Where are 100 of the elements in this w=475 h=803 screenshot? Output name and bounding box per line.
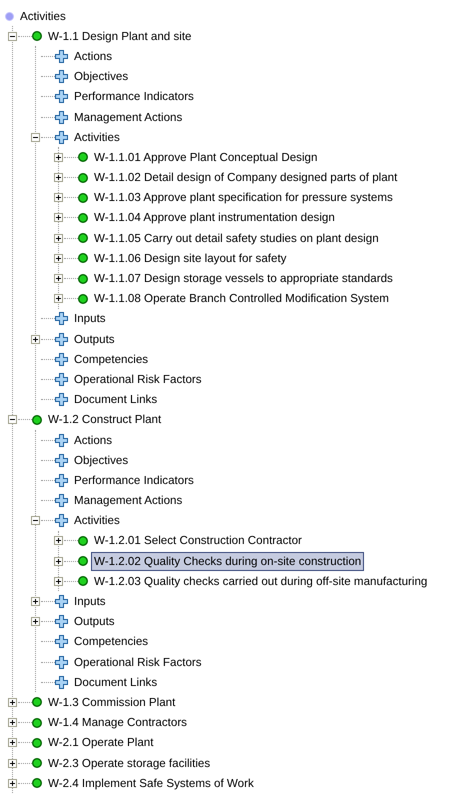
cross-icon <box>55 50 68 63</box>
tree-item[interactable]: W-2.4 Implement Safe Systems of Work <box>45 774 257 793</box>
expand-toggle[interactable] <box>54 274 63 284</box>
tree-item[interactable]: W-1.2.01 Select Construction Contractor <box>91 531 305 550</box>
tree-item[interactable]: Objectives <box>71 450 132 470</box>
cross-icon <box>55 494 68 508</box>
circle-icon <box>78 576 88 586</box>
tree-item[interactable]: W-1.2 Construct Plant <box>45 410 164 430</box>
circle-icon <box>32 414 42 425</box>
tree-item[interactable]: W-1.1.04 Approve plant instrumentation design <box>91 208 338 228</box>
tree-item[interactable]: Competencies <box>71 350 152 369</box>
circle-icon <box>5 12 14 21</box>
tree-item[interactable]: Outputs <box>71 612 118 632</box>
expand-toggle[interactable] <box>31 597 40 606</box>
tree-item[interactable]: Inputs <box>71 592 109 612</box>
collapse-toggle[interactable] <box>31 516 40 526</box>
tree-item[interactable]: W-1.1 Design Plant and site <box>45 26 194 46</box>
tree-item[interactable]: W-1.3 Commission Plant <box>45 692 178 712</box>
expand-toggle[interactable] <box>31 334 40 344</box>
tree-item[interactable]: Performance Indicators <box>71 87 197 106</box>
cross-icon <box>55 474 68 487</box>
cross-icon <box>55 514 68 528</box>
expand-toggle[interactable] <box>54 234 63 243</box>
tree-item[interactable]: W-2.3 Operate storage facilities <box>45 754 214 773</box>
cross-icon <box>55 676 68 689</box>
cross-icon <box>55 332 68 346</box>
circle-icon <box>32 778 42 788</box>
cross-icon <box>55 635 68 648</box>
cross-icon <box>55 393 68 406</box>
tree-item[interactable]: Document Links <box>71 390 160 410</box>
circle-icon <box>78 253 88 264</box>
circle-icon <box>78 152 88 162</box>
circle-icon <box>32 31 42 42</box>
circle-icon <box>32 718 42 728</box>
cross-icon <box>55 372 68 386</box>
expand-toggle[interactable] <box>54 193 63 202</box>
cross-icon <box>55 352 68 366</box>
tree-item[interactable]: Management Actions <box>71 491 186 510</box>
cross-icon <box>55 312 68 326</box>
expand-toggle[interactable] <box>8 758 17 768</box>
cross-icon <box>55 595 68 608</box>
circle-icon <box>78 233 88 244</box>
tree-item[interactable]: W-1.1.01 Approve Plant Conceptual Design <box>91 148 320 167</box>
expand-toggle[interactable] <box>8 698 17 707</box>
tree-item[interactable]: W-1.1.02 Detail design of Company designed parts of plant <box>91 168 400 188</box>
circle-icon <box>78 536 88 546</box>
circle-icon <box>32 758 42 768</box>
tree-item[interactable]: Inputs <box>71 309 109 328</box>
cross-icon <box>55 454 68 467</box>
tree-item[interactable]: Activities <box>71 128 123 147</box>
tree-item[interactable]: Actions <box>71 430 116 450</box>
tree-item[interactable]: Outputs <box>71 330 118 349</box>
expand-toggle[interactable] <box>8 738 17 748</box>
circle-icon <box>32 697 42 708</box>
tree-item[interactable]: W-1.1.06 Design site layout for safety <box>91 248 290 268</box>
tree-item[interactable]: W-1.1.08 Operate Branch Controlled Modification System <box>91 289 392 308</box>
tree-item[interactable]: Performance Indicators <box>71 470 197 490</box>
circle-icon <box>32 738 42 748</box>
circle-icon <box>78 212 88 223</box>
circle-icon <box>78 294 88 304</box>
expand-toggle[interactable] <box>54 576 63 586</box>
tree-item[interactable]: Objectives <box>71 67 132 86</box>
tree-item[interactable]: Competencies <box>71 632 152 652</box>
circle-icon <box>78 556 88 566</box>
tree-item[interactable]: W-2.1 Operate Plant <box>45 733 156 752</box>
expand-toggle[interactable] <box>54 556 63 566</box>
tree-item[interactable]: W-1.2.03 Quality checks carried out during off-site manufacturing <box>91 572 430 591</box>
tree-item[interactable]: W-1.1.03 Approve plant specification for pressure systems <box>91 188 396 208</box>
expand-toggle[interactable] <box>54 254 63 263</box>
circle-icon <box>78 192 88 203</box>
cross-icon <box>55 70 68 84</box>
tree-item[interactable]: Activities <box>71 511 123 530</box>
expand-toggle[interactable] <box>54 173 63 182</box>
collapse-toggle[interactable] <box>8 32 17 41</box>
expand-toggle[interactable] <box>54 213 63 222</box>
circle-icon <box>78 274 88 284</box>
cross-icon <box>55 110 68 124</box>
cross-icon <box>55 130 68 144</box>
expand-toggle[interactable] <box>31 617 40 626</box>
tree-item[interactable]: W-1.2.02 Quality Checks during on-site construction <box>91 552 364 571</box>
tree-item[interactable]: W-1.1.05 Carry out detail safety studies on plant design <box>91 228 382 248</box>
expand-toggle[interactable] <box>54 536 63 546</box>
expand-toggle[interactable] <box>8 778 17 788</box>
expand-toggle[interactable] <box>54 152 63 162</box>
expand-toggle[interactable] <box>54 294 63 304</box>
tree-item[interactable]: W-1.1.07 Design storage vessels to appropriate standards <box>91 269 396 288</box>
tree-item[interactable]: W-1.4 Manage Contractors <box>45 713 190 732</box>
tree-item[interactable]: Management Actions <box>71 108 186 127</box>
tree-item[interactable]: Document Links <box>71 672 160 692</box>
tree-item[interactable]: Actions <box>71 46 116 66</box>
tree-item[interactable]: Operational Risk Factors <box>71 370 205 389</box>
cross-icon <box>55 434 68 447</box>
collapse-toggle[interactable] <box>8 415 17 424</box>
expand-toggle[interactable] <box>8 718 17 728</box>
tree-item[interactable]: Operational Risk Factors <box>71 652 205 672</box>
collapse-toggle[interactable] <box>31 132 40 142</box>
cross-icon <box>55 615 68 628</box>
cross-icon <box>55 90 68 104</box>
tree-item[interactable]: Activities <box>17 6 69 26</box>
cross-icon <box>55 656 68 669</box>
